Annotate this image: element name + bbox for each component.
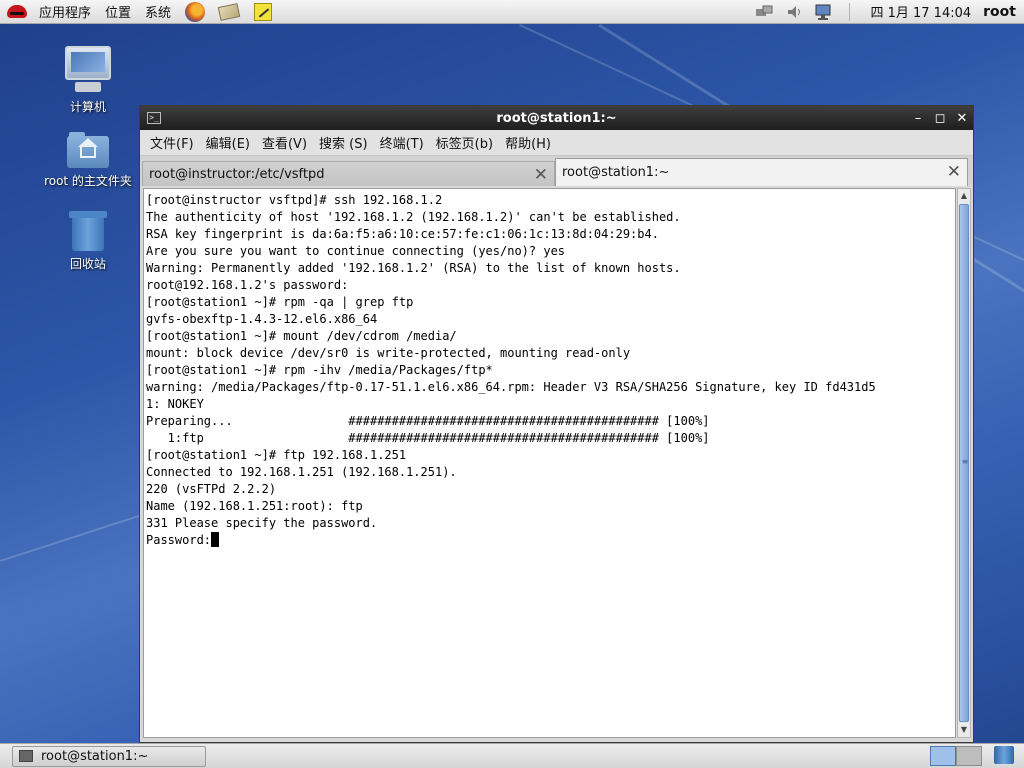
terminal-output[interactable]: [root@instructor vsftpd]# ssh 192.168.1.…	[143, 188, 956, 738]
terminal-line: 331 Please specify the password.	[146, 516, 378, 530]
desktop-icon-trash[interactable]: 回收站	[38, 211, 138, 272]
terminal-line: The authenticity of host '192.168.1.2 (1…	[146, 210, 681, 224]
notes-launcher[interactable]	[251, 1, 275, 23]
terminal-line: mount: block device /dev/sr0 is write-pr…	[146, 346, 631, 360]
text-cursor	[211, 532, 220, 547]
mail-icon	[217, 2, 241, 21]
scroll-down-arrow-icon[interactable]: ▼	[958, 723, 970, 737]
menu-view[interactable]: 查看(V)	[256, 133, 313, 152]
tab-instructor[interactable]: root@instructor:/etc/vsftpd ✕	[142, 161, 555, 186]
desktop-icon-computer[interactable]: 计算机	[38, 46, 138, 115]
menu-applications[interactable]: 应用程序	[32, 2, 98, 21]
tab-bar: root@instructor:/etc/vsftpd ✕ root@stati…	[140, 156, 973, 186]
firefox-launcher[interactable]	[183, 1, 207, 23]
workspace-switcher	[930, 746, 1018, 766]
network-status-icon[interactable]	[813, 2, 835, 22]
menu-terminal[interactable]: 终端(T)	[374, 133, 430, 152]
terminal-line: [root@instructor vsftpd]# ssh 192.168.1.…	[146, 193, 443, 207]
menu-file[interactable]: 文件(F)	[144, 133, 200, 152]
terminal-line: [root@station1 ~]# rpm -ihv /media/Packa…	[146, 363, 493, 377]
menu-places[interactable]: 位置	[98, 2, 138, 21]
taskbar-button-terminal[interactable]: root@station1:~	[12, 745, 206, 767]
terminal-line: gvfs-obexftp-1.4.3-12.el6.x86_64	[146, 312, 378, 326]
terminal-line: 220 (vsFTPd 2.2.2)	[146, 482, 277, 496]
panel-menus: 应用程序 位置 系统	[0, 0, 178, 24]
terminal-line: Warning: Permanently added '192.168.1.2'…	[146, 261, 681, 275]
tab-close-icon[interactable]: ✕	[534, 165, 548, 185]
desktop-icon-home[interactable]: root 的主文件夹	[38, 132, 138, 189]
desktop-icon-label: 回收站	[69, 257, 106, 271]
terminal-line: [root@station1 ~]# mount /dev/cdrom /med…	[146, 329, 457, 343]
desktop-icon-label: 计算机	[69, 100, 106, 114]
terminal-line: RSA key fingerprint is da:6a:f5:a6:10:ce…	[146, 227, 659, 241]
trash-applet-icon[interactable]	[994, 746, 1014, 764]
firefox-icon	[185, 1, 206, 22]
tab-station1[interactable]: root@station1:~ ✕	[555, 158, 968, 186]
workspace-1[interactable]	[930, 746, 956, 766]
volume-icon[interactable]	[783, 2, 805, 22]
tab-label: root@station1:~	[562, 165, 670, 180]
maximize-button[interactable]: ◻	[929, 107, 951, 129]
top-panel: 应用程序 位置 系统 四 1月 17 14:04 root	[0, 0, 1024, 24]
window-titlebar[interactable]: >_ root@station1:~ – ◻ ✕	[140, 106, 973, 130]
grip-icon: ≡	[961, 457, 969, 466]
scrollbar-thumb[interactable]: ≡	[959, 204, 969, 722]
tab-close-icon[interactable]: ✕	[947, 162, 961, 182]
terminal-line: [root@station1 ~]# rpm -qa | grep ftp	[146, 295, 414, 309]
taskbar-button-label: root@station1:~	[41, 748, 149, 764]
workspace-2[interactable]	[956, 746, 982, 766]
terminal-task-icon	[19, 750, 33, 762]
clock[interactable]: 四 1月 17 14:04	[870, 2, 971, 21]
trash-icon	[69, 211, 107, 251]
computer-icon	[65, 46, 111, 94]
terminal-window: >_ root@station1:~ – ◻ ✕ 文件(F) 编辑(E) 查看(…	[139, 105, 974, 743]
tray-separator	[849, 2, 851, 21]
terminal-scrollbar[interactable]: ▲ ≡ ▼	[957, 188, 971, 738]
user-menu[interactable]: root	[983, 4, 1016, 20]
menu-edit[interactable]: 编辑(E)	[200, 133, 256, 152]
home-folder-icon	[67, 132, 109, 168]
redhat-logo-icon[interactable]	[6, 3, 28, 21]
menu-help[interactable]: 帮助(H)	[499, 133, 557, 152]
terminal-line: root@192.168.1.2's password:	[146, 278, 349, 292]
terminal-text: [root@instructor vsftpd]# ssh 192.168.1.…	[144, 189, 955, 549]
scroll-up-arrow-icon[interactable]: ▲	[958, 189, 970, 203]
desktop-icon-label: root 的主文件夹	[44, 174, 132, 188]
terminal-app-icon[interactable]: >_	[147, 112, 161, 124]
terminal-line: [root@station1 ~]# ftp 192.168.1.251	[146, 448, 407, 462]
terminal-line: Password:	[146, 532, 955, 549]
window-menubar: 文件(F) 编辑(E) 查看(V) 搜索 (S) 终端(T) 标签页(b) 帮助…	[140, 130, 973, 156]
terminal-line: 1: NOKEY	[146, 397, 204, 411]
bottom-panel: root@station1:~	[0, 743, 1024, 768]
close-button[interactable]: ✕	[951, 107, 973, 129]
terminal-line: warning: /media/Packages/ftp-0.17-51.1.e…	[146, 380, 876, 394]
terminal-line: Preparing... ###########################…	[146, 414, 710, 428]
terminal-line: Are you sure you want to continue connec…	[146, 244, 566, 258]
terminal-line: Connected to 192.168.1.251 (192.168.1.25…	[146, 465, 457, 479]
system-tray: 四 1月 17 14:04 root	[749, 0, 1024, 24]
terminal-line: Name (192.168.1.251:root): ftp	[146, 499, 363, 513]
window-title: root@station1:~	[496, 110, 617, 126]
mail-launcher[interactable]	[217, 1, 241, 23]
terminal-line: 1:ftp ##################################…	[146, 431, 710, 445]
menu-system[interactable]: 系统	[138, 2, 178, 21]
menu-tabs[interactable]: 标签页(b)	[430, 133, 499, 152]
text-editor-icon	[254, 2, 273, 21]
minimize-button[interactable]: –	[907, 107, 929, 129]
tab-label: root@instructor:/etc/vsftpd	[149, 166, 325, 182]
menu-search[interactable]: 搜索 (S)	[313, 133, 374, 152]
network-manager-icon[interactable]	[753, 2, 775, 22]
